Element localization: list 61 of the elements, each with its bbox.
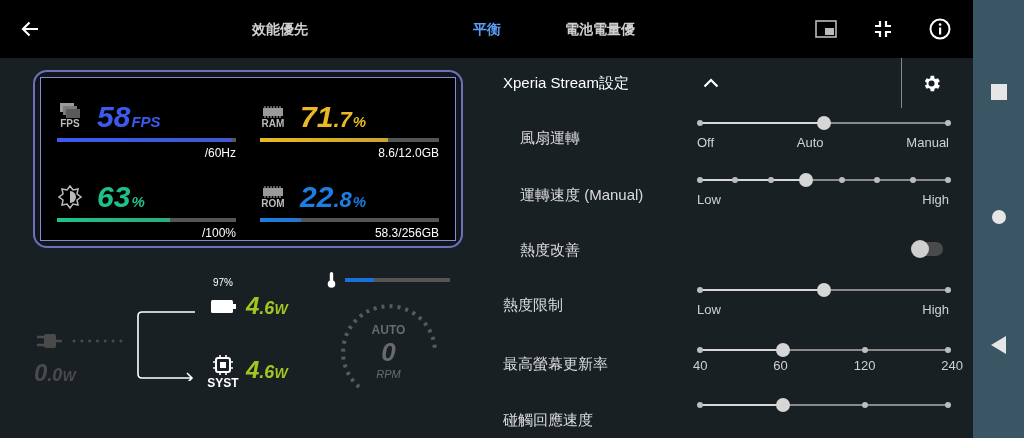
brightness-icon bbox=[58, 185, 82, 209]
section-title: Xperia Stream設定 bbox=[503, 72, 630, 93]
stat-detail: /100% bbox=[201, 227, 236, 239]
system-power-value: 4.6W bbox=[246, 358, 290, 382]
mode-tab[interactable]: 電池電量優 bbox=[565, 18, 635, 40]
battery-power-value: 4.6W bbox=[246, 294, 290, 318]
slider-label: Auto bbox=[796, 136, 824, 149]
slider-label: 60 bbox=[773, 359, 788, 372]
stat-label: FPS bbox=[60, 119, 80, 129]
memory-chip-icon bbox=[263, 106, 283, 118]
system-label: SYST bbox=[207, 377, 239, 389]
recents-icon[interactable] bbox=[990, 84, 1007, 100]
power-plug-icon bbox=[34, 333, 62, 349]
setting-label: 熱度改善 bbox=[519, 240, 581, 260]
battery-percent: 97% bbox=[213, 278, 233, 288]
slider-label: Low bbox=[697, 303, 721, 316]
back-arrow-icon[interactable] bbox=[21, 21, 39, 37]
slider[interactable] bbox=[700, 116, 948, 130]
slider-label: Low bbox=[697, 193, 721, 206]
slider-label: Manual bbox=[906, 136, 949, 149]
stat-label: ROM bbox=[261, 199, 285, 209]
slider-label: High bbox=[922, 303, 949, 316]
fan-speed-unit: RPM bbox=[376, 369, 401, 380]
chevron-up-icon[interactable] bbox=[703, 78, 719, 88]
slider[interactable] bbox=[700, 283, 948, 297]
slider-label: 40 bbox=[693, 359, 708, 372]
memory-chip-icon bbox=[263, 186, 283, 198]
slider-label: 240 bbox=[941, 359, 963, 372]
slider[interactable] bbox=[700, 343, 948, 357]
back-icon[interactable] bbox=[990, 336, 1007, 354]
stacked-screens-icon bbox=[60, 103, 80, 118]
slider-label: Off bbox=[697, 136, 715, 149]
chip-icon bbox=[213, 355, 233, 375]
setting-label: 熱度限制 bbox=[503, 295, 564, 315]
info-icon[interactable] bbox=[929, 18, 951, 40]
fan-speed-value: 0 bbox=[381, 339, 396, 365]
stat-detail: 58.3/256GB bbox=[374, 227, 439, 239]
slider-label: 120 bbox=[853, 359, 876, 372]
toggle-switch[interactable] bbox=[913, 242, 943, 256]
slider[interactable] bbox=[700, 173, 948, 187]
picture-in-picture-icon[interactable] bbox=[815, 20, 837, 38]
setting-label: 碰觸回應速度 bbox=[503, 410, 594, 430]
power-flow-connector bbox=[134, 311, 196, 381]
stat-value: 63% bbox=[97, 182, 145, 212]
mode-tab[interactable]: 平衡 bbox=[407, 18, 567, 40]
collapse-icon[interactable] bbox=[875, 21, 891, 37]
stat-value: 71.7% bbox=[300, 102, 367, 132]
stat-value: 58FPS bbox=[97, 102, 161, 132]
slider-label: High bbox=[922, 193, 949, 206]
stat-value: 22.8% bbox=[300, 182, 367, 212]
setting-label: 風扇運轉 bbox=[519, 128, 581, 148]
stat-detail: 8.6/12.0GB bbox=[378, 147, 439, 159]
fan-mode: AUTO bbox=[371, 324, 406, 336]
stat-detail: /60Hz bbox=[204, 147, 236, 159]
slider[interactable] bbox=[700, 398, 948, 412]
thermometer-icon bbox=[327, 272, 336, 288]
battery-icon bbox=[210, 300, 236, 313]
home-icon[interactable] bbox=[991, 210, 1006, 224]
mode-tab[interactable]: 效能優先 bbox=[200, 18, 360, 40]
stat-label: RAM bbox=[261, 119, 285, 129]
setting-label: 運轉速度 (Manual) bbox=[519, 185, 645, 205]
